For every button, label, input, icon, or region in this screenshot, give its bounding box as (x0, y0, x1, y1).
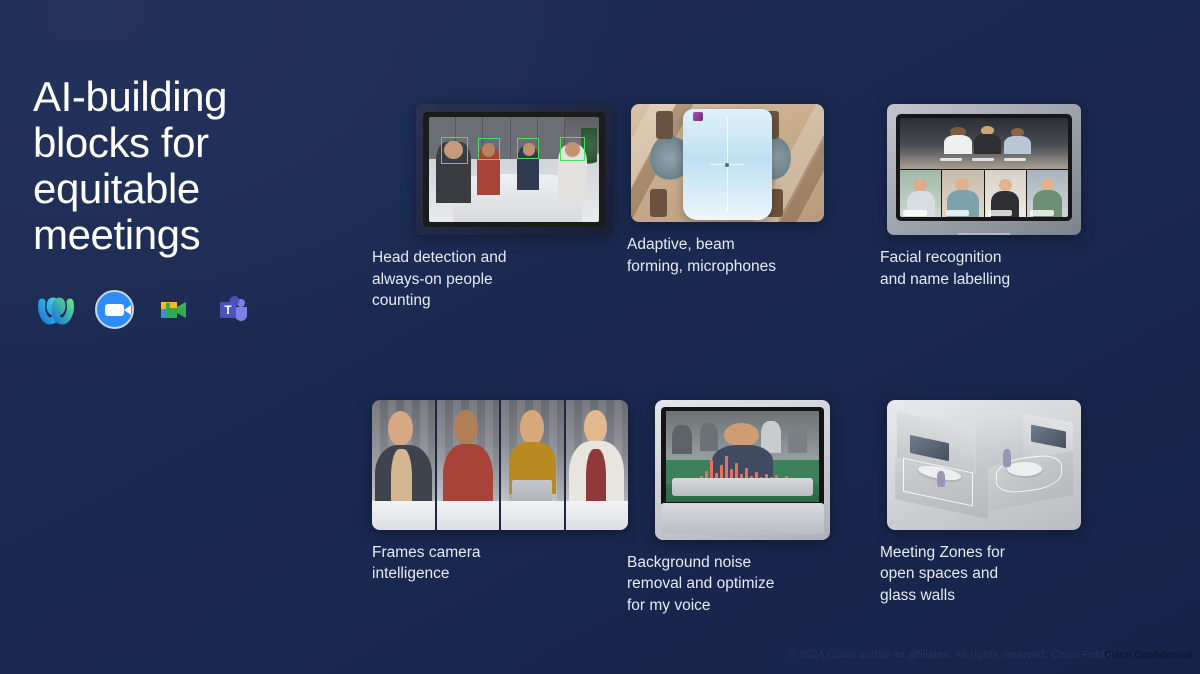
feature-caption: Head detection and always-on people coun… (372, 249, 507, 309)
feature-row-2: Frames camera intelligence Background no… (372, 399, 1172, 617)
feature-card-head-detection: Head detection and always-on people coun… (372, 104, 627, 312)
participant-video-tile (984, 170, 1026, 217)
participant-name-label (903, 209, 928, 216)
feature-card-meeting-zones: Meeting Zones for open spaces and glass … (880, 399, 1140, 617)
device-stand (958, 233, 1010, 235)
platform-logo-row: T (36, 290, 353, 330)
feature-card-frames-camera: Frames camera intelligence (372, 399, 628, 617)
feature-caption: Frames camera intelligence (372, 543, 481, 583)
device-speaker-grille (661, 502, 824, 534)
feature-card-noise-removal: Background noise removal and optimize fo… (627, 399, 880, 617)
noise-removal-thumbnail (655, 399, 830, 540)
participant-name-label (945, 209, 970, 216)
camera-frame (372, 399, 435, 530)
footer-copyright: © 2024 Cisco and/or its affiliates. All … (788, 649, 1113, 661)
meeting-table (683, 108, 772, 220)
participant-name-label (987, 209, 1012, 216)
camera-frame (565, 399, 628, 530)
participant-video-tile (942, 170, 984, 217)
meeting-zones-thumbnail (887, 399, 1081, 530)
head-detection-box (559, 136, 586, 162)
footer-classification: Cisco Confidential (1104, 650, 1192, 661)
feature-card-beam-forming: Adaptive, beam forming, microphones (627, 104, 880, 312)
microsoft-teams-logo: T (213, 290, 253, 330)
slide: AI-building blocks for equitable meeting… (0, 0, 1200, 674)
zoom-logo (95, 290, 135, 330)
participant-video-tile (1026, 170, 1068, 217)
left-panel: AI-building blocks for equitable meeting… (33, 74, 353, 330)
microphone-focus-point (725, 163, 730, 168)
room-video-tile (900, 118, 1068, 170)
camera-frame (436, 399, 499, 530)
device-speaker-bar (672, 477, 813, 496)
beam-forming-thumbnail (631, 104, 824, 222)
head-detection-thumbnail (416, 104, 612, 235)
frames-camera-thumbnail (372, 399, 628, 530)
camera-frame (501, 399, 564, 530)
participant-name-label (1030, 209, 1054, 216)
page-title: AI-building blocks for equitable meeting… (33, 73, 228, 258)
head-detection-box (440, 136, 469, 165)
feature-row-1: Head detection and always-on people coun… (372, 104, 1172, 312)
google-meet-logo (154, 290, 194, 330)
feature-caption: Background noise removal and optimize fo… (627, 553, 775, 614)
head-detection-box (478, 138, 501, 161)
feature-caption: Meeting Zones for open spaces and glass … (880, 543, 1005, 604)
webex-logo (36, 290, 76, 330)
facial-recognition-thumbnail (887, 104, 1081, 235)
svg-text:T: T (224, 303, 232, 317)
feature-card-facial-recognition: Facial recognition and name labelling (880, 104, 1140, 312)
head-detection-box (517, 138, 540, 159)
feature-caption: Facial recognition and name labelling (880, 249, 1011, 288)
feature-caption: Adaptive, beam forming, microphones (627, 236, 777, 275)
feature-grid: Head detection and always-on people coun… (372, 104, 1172, 616)
zoom-camera-icon (95, 290, 134, 329)
participant-video-tile (900, 170, 942, 217)
